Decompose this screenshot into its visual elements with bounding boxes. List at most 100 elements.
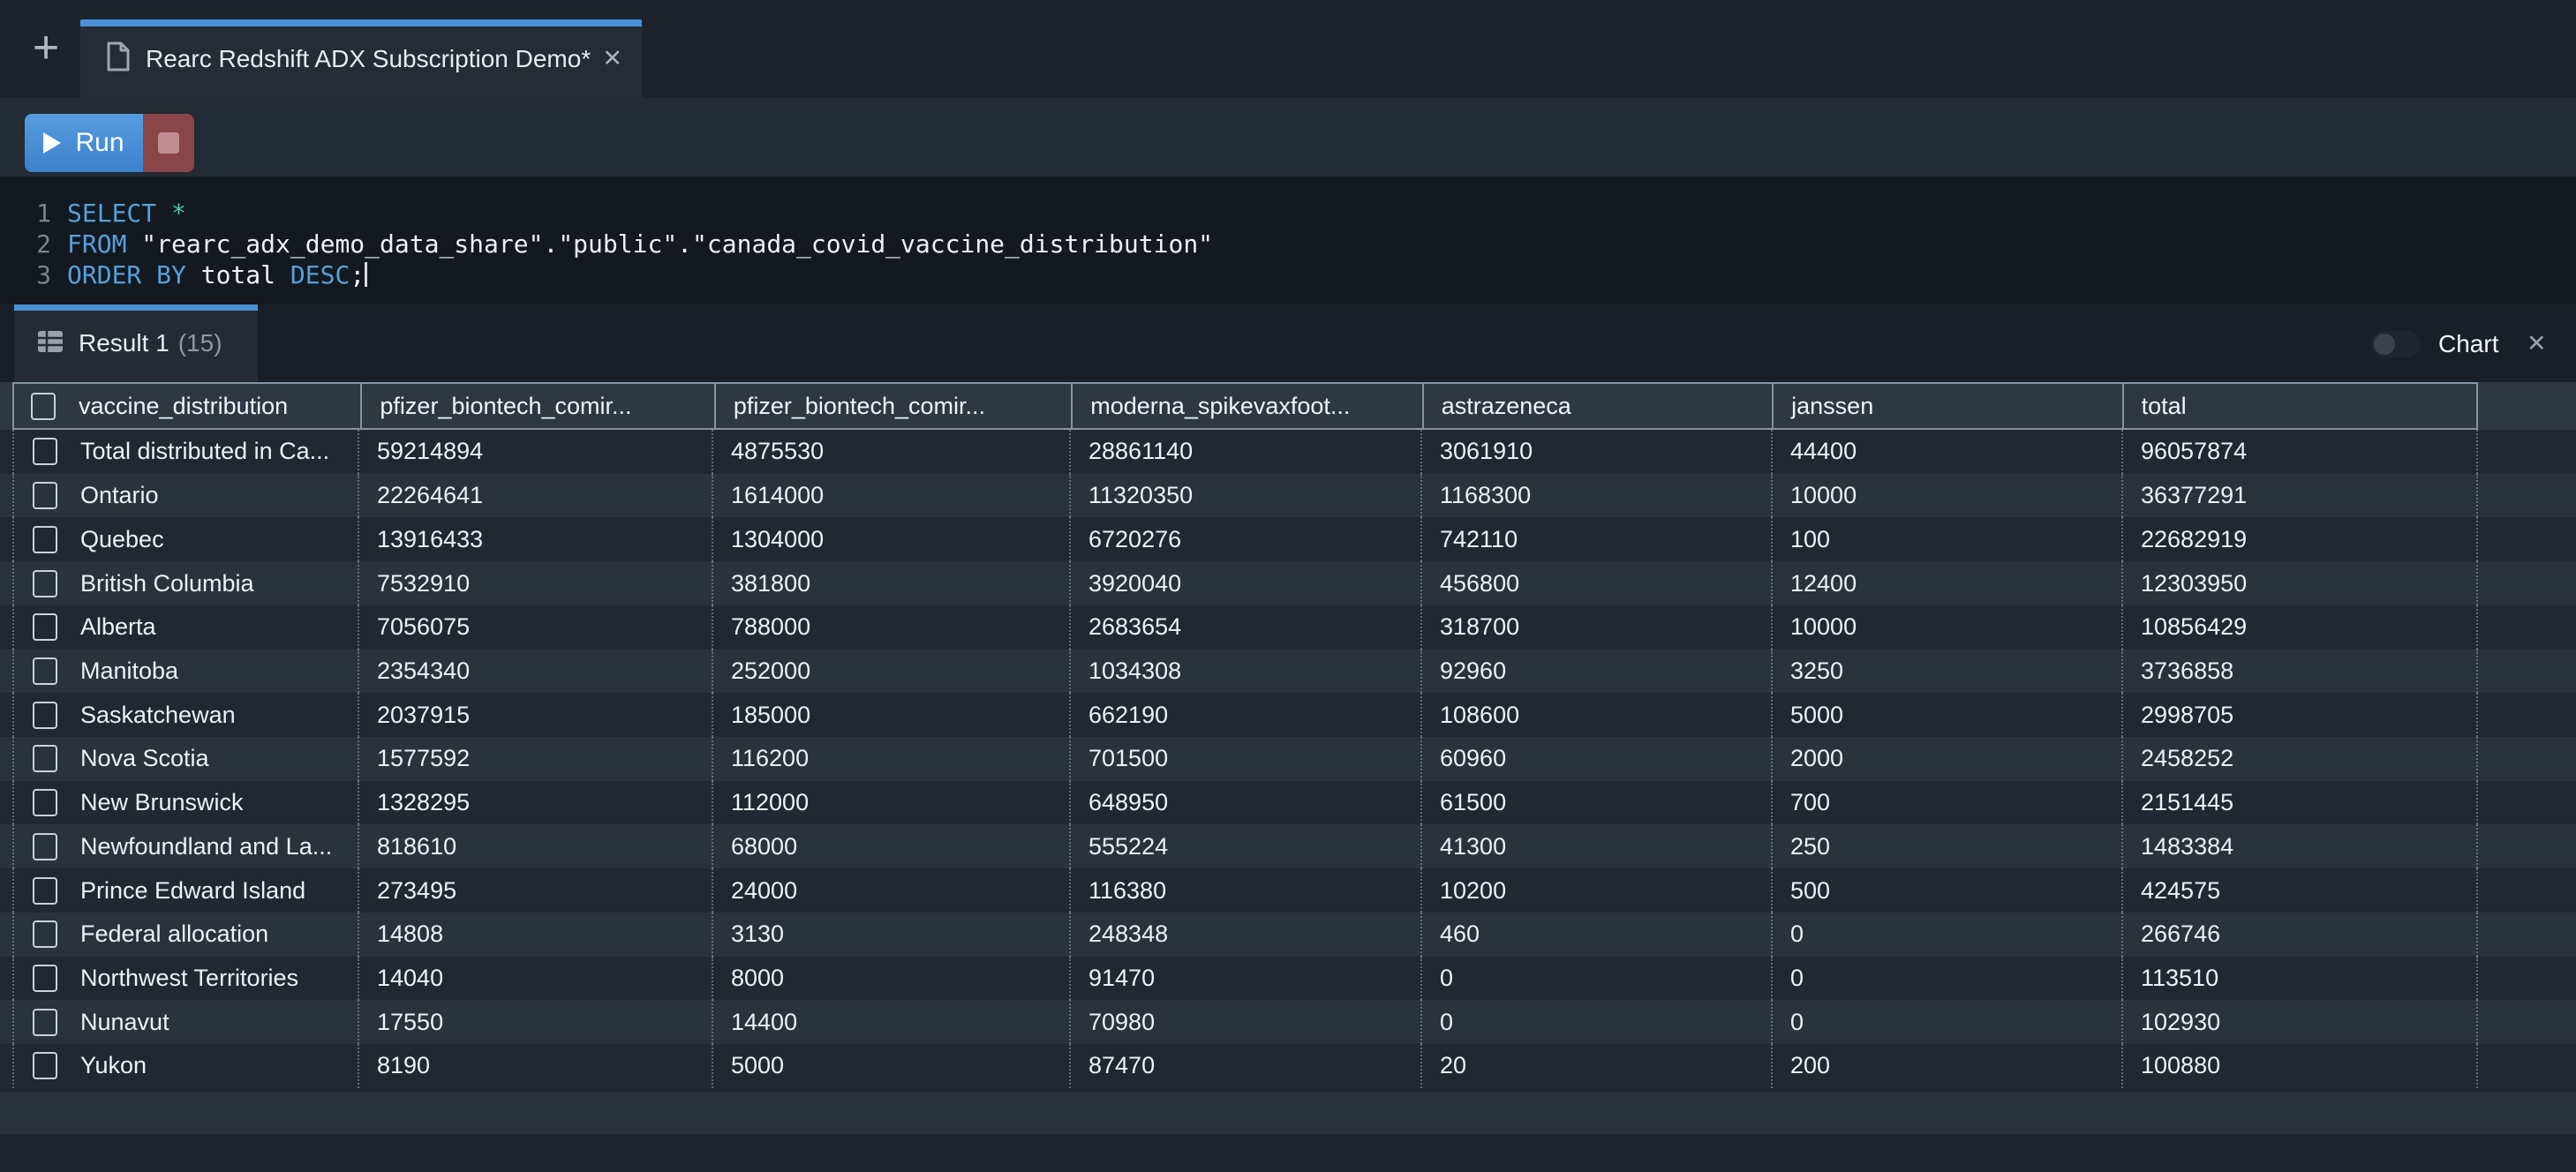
code-line: 2FROM "rearc_adx_demo_data_share"."publi…	[0, 229, 2576, 259]
row-value-cell: 7056075	[359, 605, 713, 650]
column-header-4[interactable]: astrazeneca	[1422, 384, 1772, 428]
row-value-cell: 555224	[1071, 824, 1422, 868]
row-value-cell: 3130	[713, 913, 1071, 957]
code-token: FROM	[67, 229, 126, 259]
row-value-cell: 250	[1773, 824, 2123, 868]
sql-editor[interactable]: 1SELECT *2FROM "rearc_adx_demo_data_shar…	[0, 177, 2576, 304]
row-checkbox[interactable]	[33, 789, 57, 816]
row-checkbox[interactable]	[33, 965, 57, 992]
column-header-3[interactable]: moderna_spikevaxfoot...	[1071, 384, 1421, 428]
row-value-cell: 0	[1422, 957, 1773, 1001]
active-result-tab-indicator	[14, 304, 258, 311]
tab-title: Rearc Redshift ADX Subscription Demo*	[146, 45, 591, 73]
query-toolbar: Run Limit 100 Explain Save ⌘ Shortcuts	[0, 98, 2576, 177]
row-checkbox[interactable]	[33, 438, 57, 465]
row-checkbox[interactable]	[33, 526, 57, 553]
row-value-cell: 22682919	[2123, 517, 2478, 561]
column-header-6[interactable]: total	[2122, 384, 2476, 428]
row-value-cell: 0	[1773, 1000, 2123, 1044]
results-tab-bar: Result 1 (15) Chart ✕	[0, 304, 2576, 382]
row-value-cell: 12303950	[2123, 561, 2478, 605]
row-name-label: Northwest Territories	[80, 965, 298, 992]
row-value-cell: 41300	[1422, 824, 1773, 868]
row-name-cell: Total distributed in Ca...	[12, 430, 359, 474]
row-checkbox[interactable]	[33, 833, 57, 860]
table-row: British Columbia753291038180039200404568…	[0, 561, 2576, 605]
row-value-cell: 22264641	[359, 474, 713, 518]
row-value-cell: 1483384	[2123, 824, 2478, 868]
results-footer	[0, 1092, 2576, 1134]
row-checkbox[interactable]	[33, 657, 57, 685]
column-header-1[interactable]: pfizer_biontech_comir...	[360, 384, 713, 428]
column-header-label: vaccine_distribution	[79, 393, 288, 420]
row-value-cell: 91470	[1071, 957, 1422, 1001]
line-number: 3	[0, 259, 51, 290]
row-checkbox[interactable]	[33, 702, 57, 729]
result-tab-label: Result 1	[79, 329, 169, 357]
column-header-5[interactable]: janssen	[1772, 384, 2121, 428]
row-value-cell: 60960	[1422, 737, 1773, 781]
chart-toggle[interactable]	[2371, 331, 2421, 357]
row-value-cell: 102930	[2123, 1000, 2478, 1044]
row-name-label: British Columbia	[80, 570, 254, 597]
results-close-icon[interactable]: ✕	[2527, 330, 2547, 357]
row-value-cell: 17550	[359, 1000, 713, 1044]
row-value-cell: 11320350	[1071, 474, 1422, 518]
row-name-label: Federal allocation	[80, 920, 268, 948]
row-value-cell: 381800	[713, 561, 1071, 605]
column-header-vaccine-distribution[interactable]: vaccine_distribution	[14, 384, 360, 428]
result-tab[interactable]: Result 1 (15)	[14, 304, 258, 382]
row-value-cell: 3061910	[1422, 430, 1773, 474]
code-token: .	[543, 229, 558, 259]
code-token: .	[677, 229, 692, 259]
row-value-cell: 112000	[713, 781, 1071, 825]
table-row: Total distributed in Ca...59214894487553…	[0, 430, 2576, 474]
row-name-cell: Saskatchewan	[12, 693, 359, 737]
row-value-cell: 96057874	[2123, 430, 2478, 474]
row-name-cell: New Brunswick	[12, 781, 359, 825]
panel-bottom-gutter	[0, 1134, 2576, 1172]
table-row: Nova Scotia15775921162007015006096020002…	[0, 737, 2576, 781]
row-checkbox[interactable]	[33, 920, 57, 948]
row-value-cell: 116200	[713, 737, 1071, 781]
row-value-cell: 0	[1773, 957, 2123, 1001]
stop-button[interactable]	[143, 114, 194, 172]
row-name-cell: Ontario	[12, 474, 359, 518]
row-checkbox[interactable]	[33, 1009, 57, 1036]
row-value-cell: 1614000	[713, 474, 1071, 518]
code-token: *	[171, 199, 186, 228]
row-checkbox[interactable]	[33, 745, 57, 772]
text-cursor	[365, 262, 367, 287]
new-tab-button[interactable]: +	[21, 25, 71, 74]
code-line: 1SELECT *	[0, 198, 2576, 229]
chart-label: Chart	[2438, 330, 2498, 358]
line-number: 1	[0, 198, 51, 229]
line-number: 2	[0, 229, 51, 259]
table-row: Nunavut17550144007098000102930	[0, 1000, 2576, 1044]
row-value-cell: 252000	[713, 650, 1071, 694]
row-value-cell: 1034308	[1071, 650, 1422, 694]
row-value-cell: 14400	[713, 1000, 1071, 1044]
row-value-cell: 1168300	[1422, 474, 1773, 518]
row-value-cell: 248348	[1071, 913, 1422, 957]
row-value-cell: 2998705	[2123, 693, 2478, 737]
tab-close-icon[interactable]: ✕	[602, 45, 622, 72]
row-checkbox[interactable]	[33, 877, 57, 905]
row-checkbox[interactable]	[33, 613, 57, 641]
column-header-2[interactable]: pfizer_biontech_comir...	[714, 384, 1071, 428]
row-name-label: Newfoundland and La...	[80, 833, 332, 860]
row-value-cell: 87470	[1071, 1044, 1422, 1088]
row-value-cell: 2151445	[2123, 781, 2478, 825]
row-checkbox[interactable]	[33, 1052, 57, 1079]
row-value-cell: 318700	[1422, 605, 1773, 650]
table-row: Alberta705607578800026836543187001000010…	[0, 605, 2576, 650]
row-name-label: Manitoba	[80, 657, 178, 685]
run-button[interactable]: Run	[25, 114, 143, 172]
tab-rearc-redshift-demo[interactable]: Rearc Redshift ADX Subscription Demo* ✕	[80, 19, 642, 98]
table-row: Northwest Territories1404080009147000113…	[0, 957, 2576, 1001]
code-token: ORDER BY	[67, 260, 186, 289]
row-checkbox[interactable]	[33, 482, 57, 509]
row-value-cell: 70980	[1071, 1000, 1422, 1044]
select-all-checkbox[interactable]	[31, 393, 56, 420]
row-checkbox[interactable]	[33, 570, 57, 597]
